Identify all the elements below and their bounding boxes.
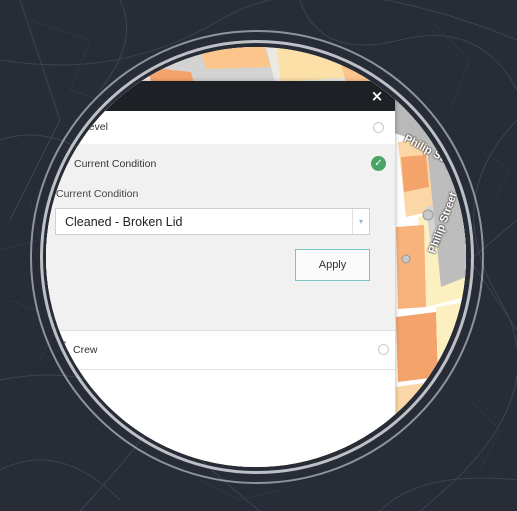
apply-button[interactable]: Apply [295, 249, 370, 281]
filter-funnel-icon [54, 341, 66, 353]
filter-row-crew[interactable]: Crew [46, 331, 395, 370]
filter-label: t Level [77, 121, 108, 133]
chevron-down-icon[interactable]: ▾ [352, 209, 369, 234]
filter-row-current-condition: Current Condition ✓ Current Condition Cl… [46, 144, 395, 331]
panel-header: s × [46, 81, 395, 111]
filter-panel: s × t Level Current Condition ✓ Current … [46, 81, 395, 467]
filter-status-empty-icon [373, 122, 384, 133]
magnifier-lens: Philip Street Philip Street s × t Level … [46, 47, 466, 467]
filter-label: Crew [73, 344, 98, 356]
filter-label[interactable]: Current Condition [74, 158, 156, 170]
condition-select[interactable]: Cleaned - Broken Lid ▾ [55, 208, 370, 235]
filter-row-level[interactable]: t Level [46, 111, 395, 145]
filter-status-empty-icon [378, 344, 389, 355]
condition-select-value: Cleaned - Broken Lid [65, 215, 183, 229]
filter-status-check-icon: ✓ [371, 156, 386, 171]
condition-field-label: Current Condition [56, 188, 139, 200]
close-button[interactable]: × [367, 86, 387, 106]
